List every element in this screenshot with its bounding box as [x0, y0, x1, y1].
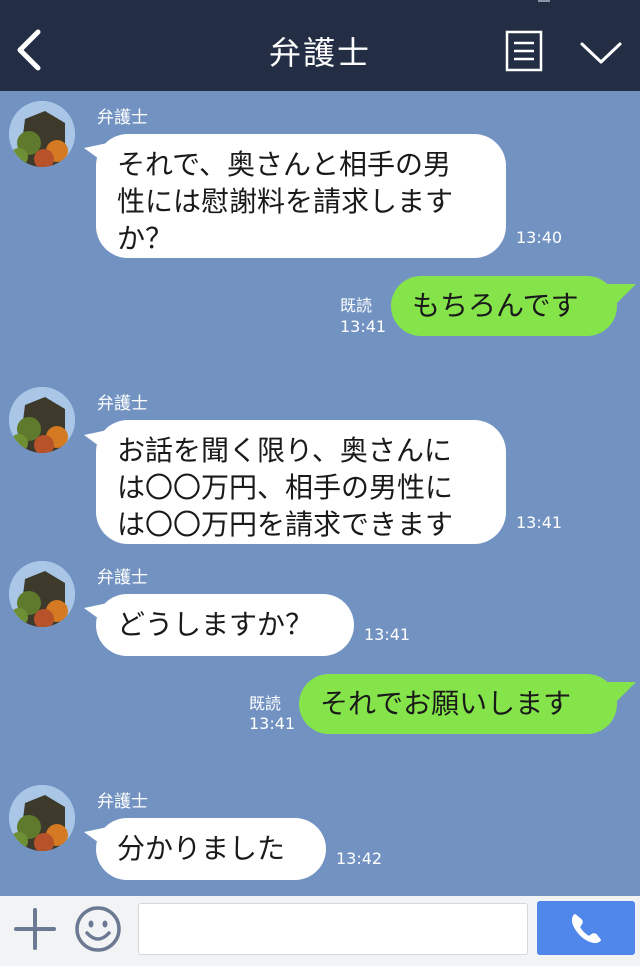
phone-icon [571, 914, 601, 944]
avatar[interactable] [9, 785, 75, 851]
incoming-message-bubble[interactable]: 分かりました [96, 818, 326, 880]
add-attachment-button[interactable] [12, 906, 58, 952]
message-input[interactable] [138, 903, 528, 955]
menu-button[interactable] [505, 30, 543, 72]
lawyer-avatar-photo [9, 785, 75, 851]
read-receipt: 既読 [249, 694, 282, 713]
emoji-button[interactable] [74, 905, 122, 953]
sender-name: 弁護士 [97, 568, 148, 588]
message-time: 13:42 [336, 849, 383, 868]
avatar[interactable] [9, 387, 75, 453]
avatar[interactable] [9, 561, 75, 627]
message-time: 13:41 [249, 714, 296, 733]
lawyer-avatar-photo [9, 387, 75, 453]
incoming-message-bubble[interactable]: お話を聞く限り、奥さんに は〇〇万円、相手の男性に は〇〇万円を請求できます [96, 420, 506, 544]
smiley-icon [75, 906, 121, 952]
message-time: 13:41 [516, 513, 563, 532]
incoming-message-bubble[interactable]: それで、奥さんと相手の男 性には慰謝料を請求しますか？ [96, 134, 506, 258]
lawyer-avatar-photo [9, 101, 75, 167]
message-time: 13:40 [516, 228, 563, 247]
chat-header: 弁護士 [0, 0, 640, 91]
incoming-message-bubble[interactable]: どうしますか？ [96, 594, 354, 656]
sender-name: 弁護士 [97, 394, 148, 414]
message-time: 13:41 [364, 625, 411, 644]
status-indicator [538, 0, 550, 2]
message-time: 13:41 [340, 317, 387, 336]
avatar[interactable] [9, 101, 75, 167]
sender-name: 弁護士 [97, 792, 148, 812]
chevron-down-icon [580, 42, 622, 64]
call-button[interactable] [537, 901, 635, 955]
chat-title: 弁護士 [268, 34, 371, 72]
outgoing-message-bubble[interactable]: もちろんです [391, 276, 617, 336]
menu-list-icon [505, 30, 543, 72]
outgoing-message-bubble[interactable]: それでお願いします [299, 674, 617, 734]
read-receipt: 既読 [340, 296, 373, 315]
plus-icon [14, 908, 56, 950]
input-bar [0, 896, 640, 966]
sender-name: 弁護士 [97, 108, 148, 128]
lawyer-avatar-photo [9, 561, 75, 627]
collapse-button[interactable] [578, 40, 624, 68]
